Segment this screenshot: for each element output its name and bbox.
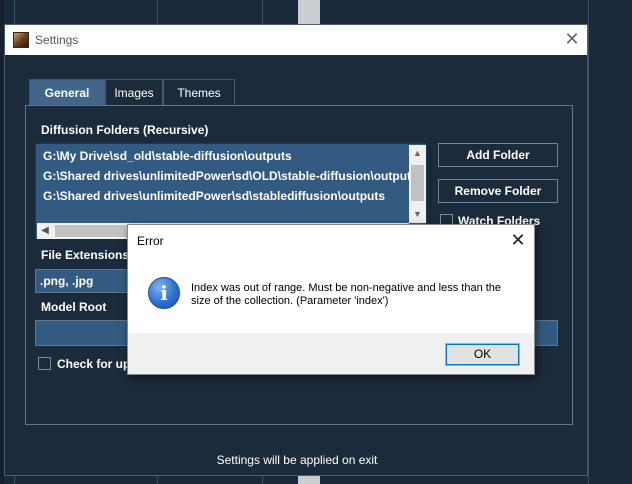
error-dialog-title: Error <box>137 234 164 248</box>
model-root-label: Model Root <box>41 300 107 314</box>
error-message: Index was out of range. Must be non-nega… <box>191 282 502 307</box>
file-extensions-label: File Extensions <box>41 248 130 262</box>
app-icon <box>13 32 29 48</box>
list-item[interactable]: G:\My Drive\sd_old\stable-diffusion\outp… <box>43 149 292 163</box>
info-icon: i <box>148 277 180 309</box>
settings-titlebar[interactable]: Settings ✕ <box>5 25 587 55</box>
check-updates-label: Check for up <box>57 357 131 371</box>
error-dialog: Error ✕ i Index was out of range. Must b… <box>127 224 535 375</box>
background-divider <box>588 0 589 484</box>
diffusion-folders-label: Diffusion Folders (Recursive) <box>41 123 209 137</box>
remove-folder-button[interactable]: Remove Folder <box>438 179 558 203</box>
scroll-left-icon[interactable]: ◀ <box>37 223 53 239</box>
settings-title: Settings <box>35 33 79 47</box>
list-item[interactable]: G:\Shared drives\unlimitedPower\sd\stabl… <box>43 189 385 203</box>
folder-list-vertical-scrollbar[interactable]: ▲ ▼ <box>409 145 426 223</box>
add-folder-button[interactable]: Add Folder <box>438 143 558 167</box>
tab-images[interactable]: Images <box>105 79 163 105</box>
tab-themes[interactable]: Themes <box>163 79 235 105</box>
close-icon[interactable]: ✕ <box>557 25 587 55</box>
tab-general[interactable]: General <box>29 79 105 105</box>
ok-button[interactable]: OK <box>445 343 520 366</box>
settings-footer-note: Settings will be applied on exit <box>216 453 378 467</box>
check-updates-checkbox[interactable] <box>38 357 51 370</box>
error-dialog-footer: OK <box>128 333 534 374</box>
scrollbar-thumb[interactable] <box>411 165 424 201</box>
scroll-up-icon[interactable]: ▲ <box>409 145 426 162</box>
list-item[interactable]: G:\Shared drives\unlimitedPower\sd\OLD\s… <box>43 169 418 183</box>
close-icon[interactable]: ✕ <box>502 225 534 255</box>
scroll-down-icon[interactable]: ▼ <box>409 206 426 223</box>
